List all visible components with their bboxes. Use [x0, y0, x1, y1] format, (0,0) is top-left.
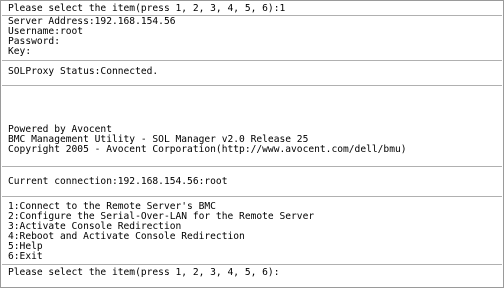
copyright-text: Copyright 2005 - Avocent Corporation(htt…	[8, 144, 407, 155]
key-field: Key:	[8, 46, 32, 57]
divider	[2, 85, 502, 86]
menu-item-exit: 6:Exit	[8, 251, 43, 262]
menu-item-reboot-activate: 4:Reboot and Activate Console Redirectio…	[8, 231, 245, 242]
solproxy-status: SOLProxy Status:Connected.	[8, 66, 159, 77]
divider	[2, 264, 502, 265]
current-connection: Current connection:192.168.154.56:root	[8, 176, 228, 187]
selection-prompt-previous: Please select the item(press 1, 2, 3, 4,…	[8, 3, 286, 14]
divider	[2, 196, 502, 197]
divider	[2, 166, 502, 167]
terminal-screen[interactable]: Please select the item(press 1, 2, 3, 4,…	[0, 0, 504, 288]
divider	[2, 60, 502, 61]
selection-prompt[interactable]: Please select the item(press 1, 2, 3, 4,…	[8, 268, 279, 278]
